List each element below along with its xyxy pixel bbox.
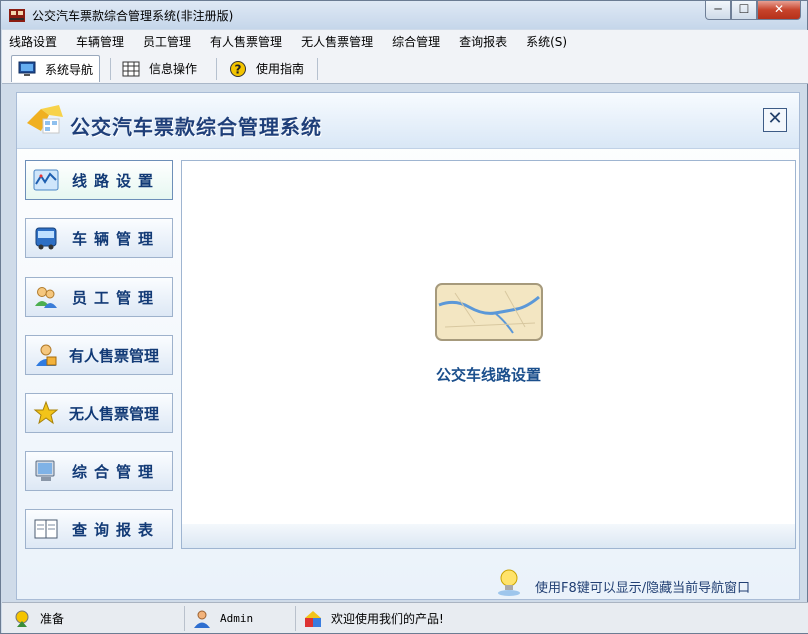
report-icon (34, 519, 58, 539)
menu-unmanned-ticketing[interactable]: 无人售票管理 (301, 33, 373, 50)
monitor-icon (35, 460, 55, 481)
status-ready: 准备 (12, 603, 64, 634)
menu-route-settings[interactable]: 线路设置 (9, 33, 57, 50)
minimize-button[interactable]: ─ (705, 1, 731, 20)
content-footer-strip (182, 524, 795, 548)
title-bar[interactable]: 公交汽车票款综合管理系统(非注册版) ─ ☐ ✕ (1, 1, 807, 29)
maximize-button[interactable]: ☐ (731, 1, 757, 20)
navigation-panel: 公交汽车票款综合管理系统 ✕ 线路设置 车辆管理 员工管理 有人售票管理 无人售… (16, 92, 800, 600)
status-divider (295, 606, 296, 631)
content-caption[interactable]: 公交车线路设置 (182, 364, 795, 385)
menu-staff-management[interactable]: 员工管理 (143, 33, 191, 50)
tab-system-navigation[interactable]: 系统导航 (11, 55, 101, 82)
tab-info-operations[interactable]: 信息操作 (116, 55, 203, 82)
tab-label: 信息操作 (149, 62, 198, 76)
brand-logo-icon (27, 105, 63, 134)
status-bar: 准备 Admin 欢迎使用我们的产品! (2, 602, 808, 633)
colorful-blocks-icon (305, 610, 321, 627)
status-message: 欢迎使用我们的产品! (303, 603, 444, 634)
panel-header: 公交汽车票款综合管理系统 ✕ (17, 93, 799, 149)
conductor-icon (36, 344, 57, 366)
nav-label: 线路设置 (72, 171, 161, 190)
staff-icon (35, 287, 57, 308)
toolbar-divider (216, 58, 217, 80)
nav-label: 车辆管理 (72, 229, 161, 248)
route-map-icon[interactable] (435, 283, 543, 341)
app-icon (9, 9, 25, 22)
bus-icon (35, 227, 57, 250)
nav-conductor-ticketing[interactable]: 有人售票管理 (25, 335, 173, 375)
nav-staff-management[interactable]: 员工管理 (25, 277, 173, 317)
nav-unmanned-ticketing[interactable]: 无人售票管理 (25, 393, 173, 433)
content-area: 公交车线路设置 (181, 160, 796, 549)
status-welcome-text: 欢迎使用我们的产品! (331, 612, 444, 626)
nav-label: 查询报表 (72, 520, 161, 539)
status-user: Admin (192, 603, 253, 634)
star-icon (33, 400, 59, 425)
panel-close-button[interactable]: ✕ (763, 108, 787, 132)
panel-title: 公交汽车票款综合管理系统 (70, 115, 322, 139)
toolbar-divider (110, 58, 111, 80)
toolbar-divider (317, 58, 318, 80)
nav-route-settings[interactable]: 线路设置 (25, 160, 173, 200)
status-ready-text: 准备 (40, 612, 65, 626)
menu-query-reports[interactable]: 查询报表 (459, 33, 507, 50)
status-user-text: Admin (220, 612, 254, 625)
grid-icon (122, 61, 140, 76)
tab-user-guide[interactable]: ? 使用指南 (223, 55, 310, 82)
tab-label: 使用指南 (256, 62, 305, 76)
nav-label: 员工管理 (72, 288, 161, 307)
route-icon (33, 169, 59, 191)
lightbulb-icon (498, 569, 520, 596)
window-title: 公交汽车票款综合管理系统(非注册版) (32, 9, 234, 23)
menu-vehicle-management[interactable]: 车辆管理 (76, 33, 124, 50)
monitor-icon (18, 61, 36, 76)
close-button[interactable]: ✕ (757, 1, 801, 20)
menu-bar: 线路设置 车辆管理 员工管理 有人售票管理 无人售票管理 综合管理 查询报表 系… (2, 30, 808, 52)
nav-label: 综合管理 (72, 462, 161, 481)
menu-system[interactable]: 系统(S) (526, 33, 567, 50)
svg-text:?: ? (235, 62, 242, 76)
app-window: 公交汽车票款综合管理系统(非注册版) ─ ☐ ✕ 线路设置 车辆管理 员工管理 … (0, 0, 808, 634)
nav-query-reports[interactable]: 查询报表 (25, 509, 173, 549)
nav-label: 有人售票管理 (69, 346, 160, 365)
menu-general-management[interactable]: 综合管理 (392, 33, 440, 50)
help-icon: ? (230, 60, 246, 77)
nav-general-management[interactable]: 综合管理 (25, 451, 173, 491)
tab-label: 系统导航 (45, 62, 94, 77)
nav-label: 无人售票管理 (69, 404, 160, 423)
nav-vehicle-management[interactable]: 车辆管理 (25, 218, 173, 258)
user-icon (194, 610, 210, 628)
ready-status-icon (15, 610, 29, 627)
f8-hint-text: 使用F8键可以显示/隐藏当前导航窗口 (535, 581, 751, 596)
menu-conductor-ticketing[interactable]: 有人售票管理 (210, 33, 282, 50)
toolbar: 系统导航 信息操作 ? 使用指南 (2, 52, 808, 84)
status-divider (184, 606, 185, 631)
